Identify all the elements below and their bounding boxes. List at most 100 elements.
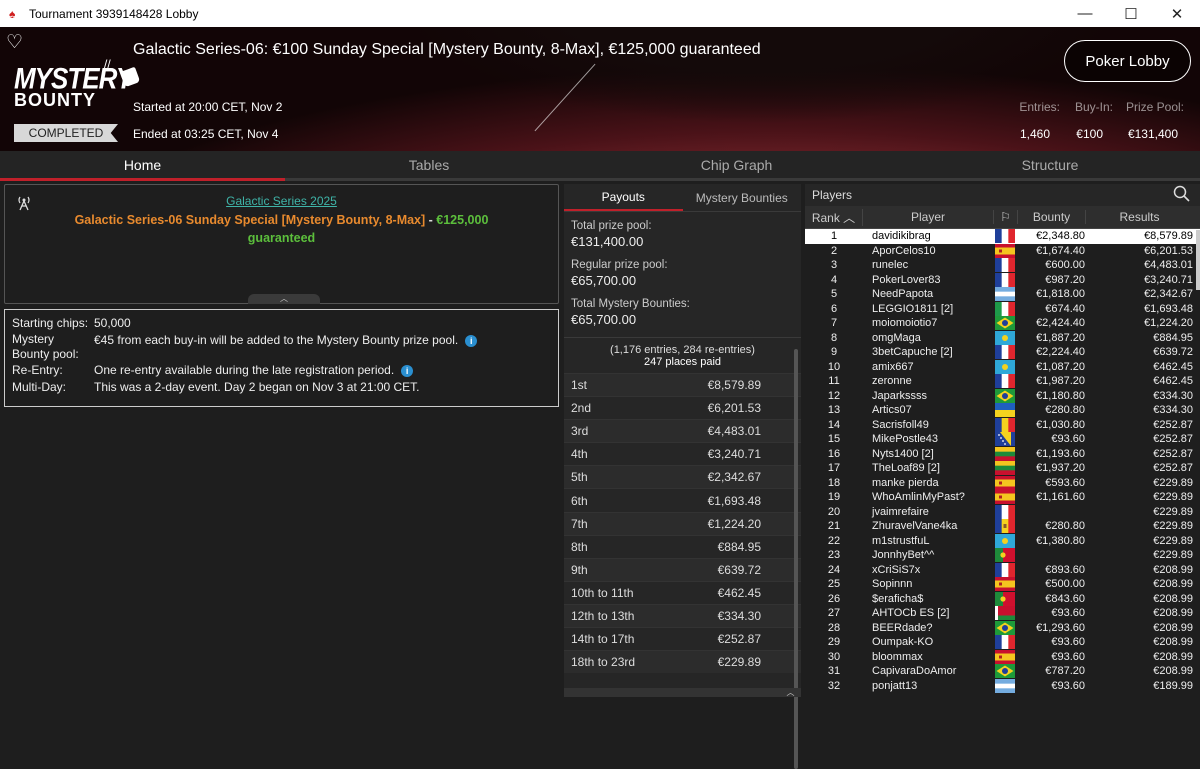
payouts-scrollbar[interactable] [794,349,798,769]
tab-home[interactable]: Home [0,151,285,181]
player-bounty: €93.60 [1051,607,1085,620]
player-row[interactable]: 13 Artics07 €280.80 €334.30 [805,403,1200,418]
player-flag [993,446,1017,461]
player-rank: 6 [830,302,838,315]
player-row[interactable]: 23 JonnhyBet^^ €229.89 [805,548,1200,563]
players-scrollbar[interactable] [1196,230,1200,290]
column-player[interactable]: Player [863,210,993,224]
collapse-toggle[interactable]: ︿ [248,294,320,304]
flag-column-icon[interactable]: ⚐ [993,210,1017,224]
player-row[interactable]: 5 NeedPapota €1,818.00 €2,342.67 [805,287,1200,302]
player-result: €208.99 [1153,592,1193,605]
player-flag [993,678,1017,693]
app-spade-icon: ♠ [9,6,16,21]
end-time: Ended at 03:25 CET, Nov 4 [133,127,279,141]
players-columns: Rank ︿ Player ⚐ Bounty Results [805,206,1200,229]
country-flag-icon [995,345,1015,360]
player-row[interactable]: 19 WhoAmlinMyPast? €1,161.60 €229.89 [805,490,1200,505]
player-result: €189.99 [1153,679,1193,692]
player-row[interactable]: 15 MikePostle43 €93.60 €252.87 [805,432,1200,447]
player-row[interactable]: 31 CapivaraDoAmor €787.20 €208.99 [805,664,1200,679]
close-button[interactable]: ✕ [1154,0,1200,27]
entries-label: Entries: [1019,100,1060,114]
antenna-icon [15,195,33,215]
player-row[interactable]: 3 runelec €600.00 €4,483.01 [805,258,1200,273]
series-link[interactable]: Galactic Series 2025 [5,194,558,208]
column-results[interactable]: Results [1085,210,1199,224]
player-row[interactable]: 27 AHTOCb ES [2] €93.60 €208.99 [805,606,1200,621]
player-row[interactable]: 4 PokerLover83 €987.20 €3,240.71 [805,272,1200,288]
country-flag-icon [995,359,1015,374]
player-name: WhoAmlinMyPast? [872,491,965,504]
country-flag-icon [995,591,1015,606]
player-row[interactable]: 11 zeronne €1,987.20 €462.45 [805,374,1200,389]
tab-payouts[interactable]: Payouts [564,184,683,211]
player-row[interactable]: 17 TheLoaf89 [2] €1,937.20 €252.87 [805,461,1200,476]
player-name: BEERdade? [872,621,933,634]
country-flag-icon [995,330,1015,345]
heart-icon[interactable]: ♡ [6,31,23,54]
country-flag-icon [995,374,1015,389]
tab-chip-graph[interactable]: Chip Graph [573,151,900,181]
player-flag [993,330,1017,345]
player-row[interactable]: 10 amix667 €1,087.20 €462.45 [805,359,1200,375]
maximize-button[interactable]: ☐ [1108,0,1154,27]
player-row[interactable]: 20 jvaimrefaire €229.89 [805,504,1200,520]
info-icon[interactable]: i [465,335,478,347]
player-row[interactable]: 12 Japarkssss €1,180.80 €334.30 [805,388,1200,404]
player-rank: 30 [827,650,841,663]
player-row[interactable]: 32 ponjatt13 €93.60 €189.99 [805,678,1200,694]
player-flag [993,577,1017,592]
player-flag [993,258,1017,273]
payout-place: 5th [571,470,588,485]
payout-row: 6th €1,693.48 [564,488,801,511]
player-flag [993,635,1017,650]
country-flag-icon [995,446,1015,461]
column-bounty[interactable]: Bounty [1017,210,1085,224]
player-bounty: €1,987.20 [1036,375,1085,388]
tab-mystery-bounties[interactable]: Mystery Bounties [683,184,802,211]
info-icon[interactable]: i [401,365,414,377]
player-row[interactable]: 28 BEERdade? €1,293.60 €208.99 [805,620,1200,636]
tab-tables[interactable]: Tables [285,151,573,181]
player-row[interactable]: 29 Oumpak-KO €93.60 €208.99 [805,635,1200,650]
player-result: €208.99 [1153,650,1193,663]
poker-lobby-button[interactable]: Poker Lobby [1064,40,1191,82]
player-row[interactable]: 1 davidikibrag €2,348.80 €8,579.89 [805,229,1200,244]
player-row[interactable]: 24 xCriSiS7x €893.60 €208.99 [805,562,1200,578]
column-rank[interactable]: Rank ︿ [805,208,863,226]
payout-row: 1st €8,579.89 [564,373,801,397]
player-result: €6,201.53 [1144,244,1193,257]
tab-structure[interactable]: Structure [900,151,1200,181]
player-row[interactable]: 25 Sopinnn €500.00 €208.99 [805,577,1200,592]
player-row[interactable]: 26 $eraficha$ €843.60 €208.99 [805,591,1200,607]
player-row[interactable]: 6 LEGGIO1811 [2] €674.40 €1,693.48 [805,301,1200,317]
player-row[interactable]: 30 bloommax €93.60 €208.99 [805,649,1200,665]
player-name: jvaimrefaire [872,505,929,518]
player-row[interactable]: 14 Sacrisfoll49 €1,030.80 €252.87 [805,417,1200,433]
search-icon[interactable] [1173,185,1190,207]
country-flag-icon [995,678,1015,693]
minimize-button[interactable]: — [1062,0,1108,27]
player-name: xCriSiS7x [872,563,921,576]
player-bounty: €1,180.80 [1036,389,1085,402]
player-bounty: €93.60 [1051,650,1085,663]
player-row[interactable]: 16 Nyts1400 [2] €1,193.60 €252.87 [805,446,1200,462]
entries-summary: (1,176 entries, 284 re-entries) 247 plac… [564,337,801,373]
player-row[interactable]: 8 omgMaga €1,887.20 €884.95 [805,330,1200,346]
player-row[interactable]: 7 moiomoiotio7 €2,424.40 €1,224.20 [805,316,1200,331]
player-row[interactable]: 18 manke pierda €593.60 €229.89 [805,475,1200,491]
payout-place: 6th [571,493,588,508]
player-row[interactable]: 9 3betCapuche [2] €2,224.40 €639.72 [805,345,1200,360]
player-row[interactable]: 21 ZhuravelVane4ka €280.80 €229.89 [805,519,1200,534]
player-rank: 27 [827,607,841,620]
scroll-down-button[interactable]: ︿ [564,688,801,697]
payout-row: 4th €3,240.71 [564,442,801,465]
payout-amount: €4,483.01 [707,424,761,439]
payout-amount: €884.95 [717,539,761,554]
country-flag-icon [995,272,1015,287]
player-flag [993,591,1017,606]
player-row[interactable]: 22 m1strustfuL €1,380.80 €229.89 [805,533,1200,549]
player-row[interactable]: 2 AporCelos10 €1,674.40 €6,201.53 [805,243,1200,259]
player-name: MikePostle43 [872,433,939,446]
